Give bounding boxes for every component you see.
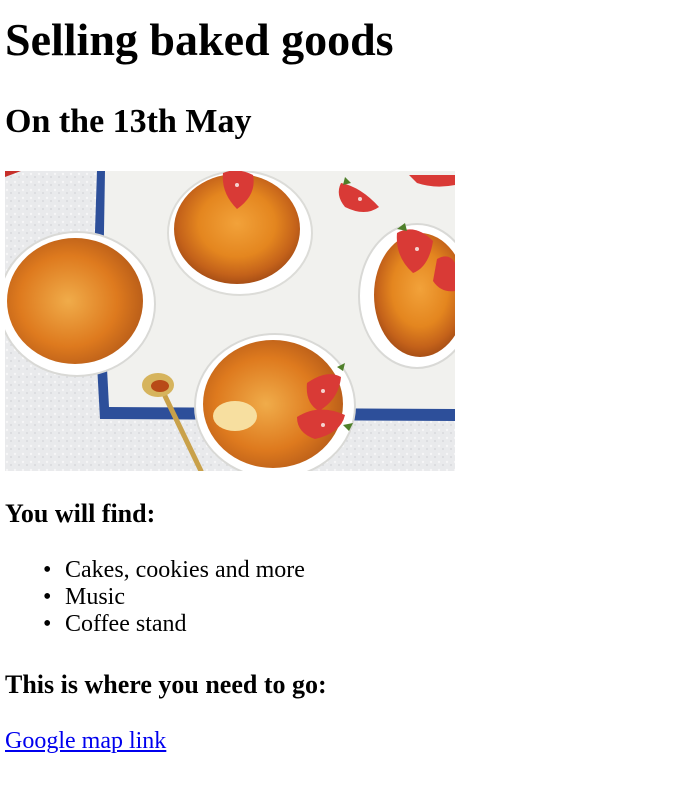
list-item-text: Coffee stand — [65, 611, 187, 637]
creme-brulee-image — [5, 171, 455, 471]
page-content: Selling baked goods On the 13th May You … — [0, 10, 700, 756]
bullet-icon: • — [43, 611, 52, 637]
find-heading: You will find: — [5, 499, 156, 528]
list-item-text: Music — [65, 584, 125, 610]
list-item: • Cakes, cookies and more — [43, 557, 695, 584]
google-map-link[interactable]: Google map link — [5, 726, 166, 756]
bullet-icon: • — [43, 557, 52, 583]
bullet-icon: • — [43, 584, 52, 610]
date-heading: On the 13th May — [5, 103, 252, 140]
list-item: • Music — [43, 584, 695, 611]
where-heading: This is where you need to go: — [5, 670, 327, 699]
list-item-text: Cakes, cookies and more — [65, 557, 305, 583]
items-list: • Cakes, cookies and more • Music • Coffee … — [5, 557, 695, 638]
page-title: Selling baked goods — [5, 14, 394, 65]
list-item: • Coffee stand — [43, 611, 695, 638]
